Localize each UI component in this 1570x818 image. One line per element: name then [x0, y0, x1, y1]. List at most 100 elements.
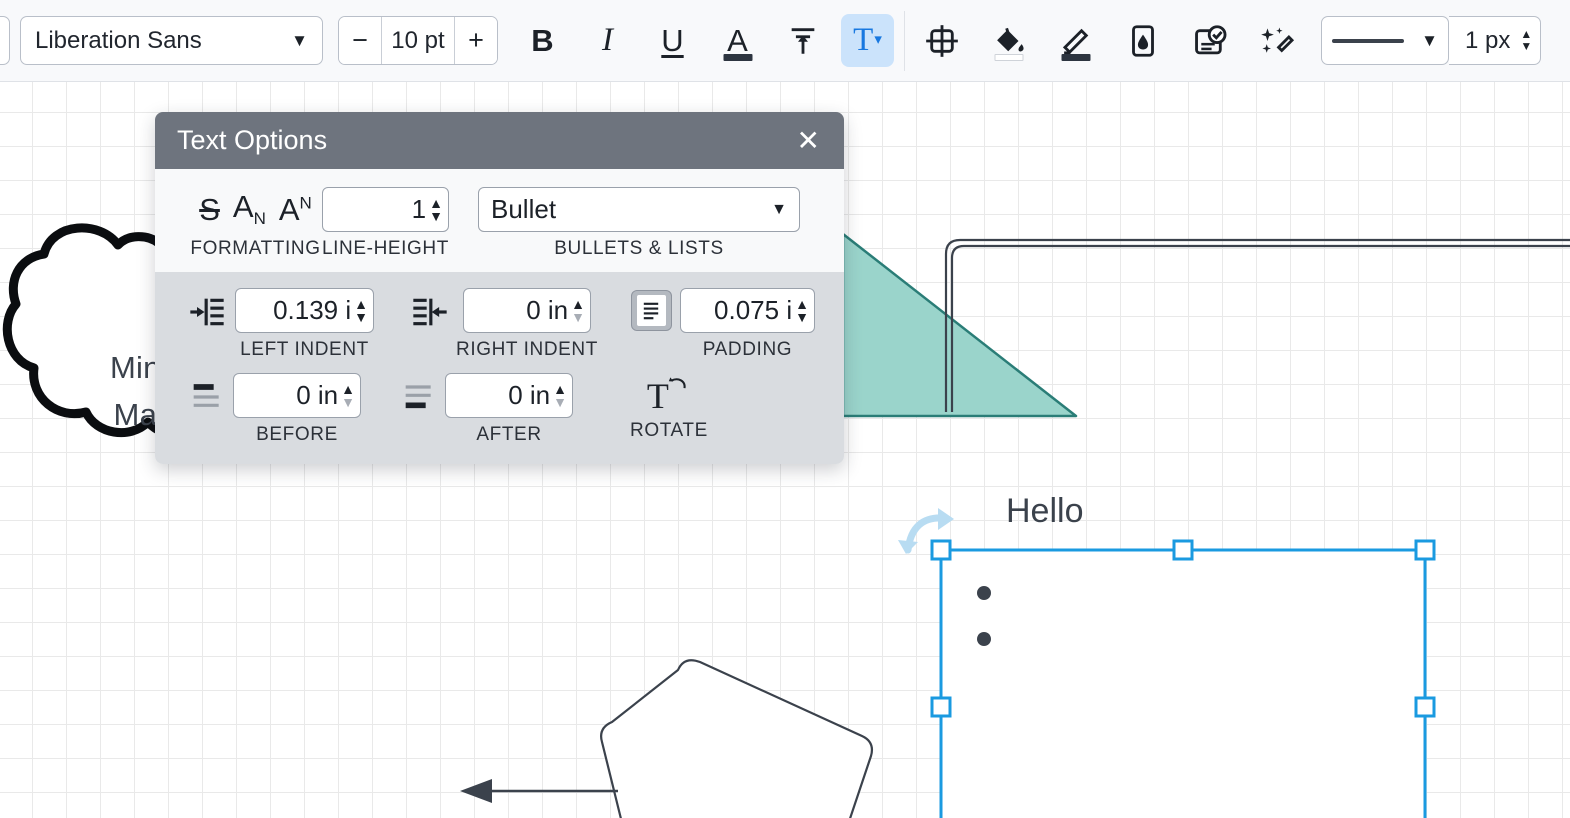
font-family-select[interactable]: Liberation Sans ▼	[20, 16, 323, 65]
bullets-select[interactable]: Bullet ▼	[478, 187, 800, 232]
spinner-down-icon[interactable]: ▼	[1520, 40, 1532, 52]
chevron-down-icon: ▼	[771, 200, 787, 218]
italic-icon: I	[602, 22, 613, 58]
line-width-spinner[interactable]: ▲ ▼	[1520, 28, 1532, 52]
left-indent-spinner[interactable]: ▲ ▼	[354, 297, 368, 324]
opacity-button[interactable]	[1116, 14, 1169, 67]
indent-right-icon[interactable]	[410, 292, 450, 332]
align-objects-button[interactable]	[915, 14, 968, 67]
strikethrough-button[interactable]: S	[199, 192, 220, 228]
font-family-value: Liberation Sans	[35, 26, 202, 54]
spinner-up-icon[interactable]: ▲	[429, 196, 443, 210]
font-size-decrease-button[interactable]: −	[339, 17, 381, 64]
before-value[interactable]: 0 in	[244, 380, 338, 411]
after-field: 0 in ▲ ▼ AFTER	[445, 373, 573, 446]
text-options-button[interactable]: T ▾	[841, 14, 894, 67]
arrow-connector[interactable]	[460, 779, 618, 803]
superscript-button[interactable]: AN	[279, 192, 312, 228]
opacity-droplet-icon	[1131, 24, 1154, 57]
vertical-align-button[interactable]	[776, 14, 829, 67]
chevron-down-icon: ▼	[0, 31, 3, 51]
left-indent-input[interactable]: 0.139 i ▲ ▼	[235, 288, 374, 333]
space-after-icon[interactable]	[399, 377, 439, 417]
spinner-up-icon[interactable]: ▲	[795, 297, 809, 311]
subscript-base: A	[232, 189, 254, 225]
line-color-button[interactable]	[1049, 14, 1102, 67]
spinner-up-icon[interactable]: ▲	[1520, 28, 1532, 40]
bullets-field: Bullet ▼ BULLETS & LISTS	[478, 187, 800, 260]
spacing-row: 0 in ▲ ▼ BEFORE 0 in ▲ ▼ AFTER T ROTATE	[187, 373, 844, 446]
right-indent-input[interactable]: 0 in ▲ ▼	[462, 288, 591, 333]
right-indent-spinner[interactable]: ▲ ▼	[571, 297, 585, 325]
font-size-increase-button[interactable]: +	[455, 17, 497, 64]
dialog-top-section: S AN AN FORMATTING 1 ▲ ▼ LINE-HEIGHT Bul…	[155, 169, 844, 272]
spinner-up-icon[interactable]: ▲	[341, 382, 355, 396]
chevron-down-icon: ▼	[291, 30, 308, 50]
italic-button[interactable]: I	[581, 14, 634, 67]
padding-field: 0.075 i ▲ ▼ PADDING	[679, 288, 815, 361]
after-spinner[interactable]: ▲ ▼	[553, 382, 567, 409]
subscript-button[interactable]: AN	[233, 189, 266, 229]
triangle-shape[interactable]	[841, 232, 1078, 418]
toolbar-divider	[904, 10, 905, 71]
right-indent-value[interactable]: 0 in	[474, 295, 568, 326]
padding-spinner[interactable]: ▲ ▼	[795, 297, 809, 324]
text-box-selection[interactable]	[930, 539, 1436, 818]
before-spinner[interactable]: ▲ ▼	[341, 382, 355, 409]
padding-icon	[636, 295, 666, 326]
after-value[interactable]: 0 in	[456, 380, 550, 411]
pentagon-shape[interactable]	[600, 659, 874, 818]
rotate-text-button[interactable]: T	[647, 373, 691, 418]
padding-value[interactable]: 0.075 i	[691, 295, 792, 326]
font-size-stepper[interactable]: − 10 pt +	[338, 16, 498, 65]
fill-color-button[interactable]	[982, 14, 1035, 67]
spinner-up-icon[interactable]: ▲	[553, 382, 567, 396]
text-options-dialog[interactable]: Text Options ✕ S AN AN FORMATTING 1 ▲ ▼ …	[155, 112, 844, 464]
line-style-select[interactable]: ▼	[1321, 16, 1449, 65]
left-indent-field: 0.139 i ▲ ▼ LEFT INDENT	[235, 288, 374, 361]
bold-button[interactable]: B	[516, 14, 569, 67]
clipped-left-dropdown[interactable]: ▼	[0, 16, 10, 65]
magic-wand-icon	[1260, 27, 1294, 53]
spinner-up-icon[interactable]: ▲	[571, 297, 585, 311]
after-input[interactable]: 0 in ▲ ▼	[445, 373, 573, 418]
spinner-up-icon[interactable]: ▲	[354, 297, 368, 311]
padding-input[interactable]: 0.075 i ▲ ▼	[679, 288, 815, 333]
line-height-spinner[interactable]: ▲ ▼	[429, 196, 443, 223]
line-height-input[interactable]: 1 ▲ ▼	[322, 187, 449, 232]
left-indent-value[interactable]: 0.139 i	[246, 295, 351, 326]
spinner-down-icon: ▼	[571, 309, 585, 325]
magic-button[interactable]	[1250, 14, 1303, 67]
font-size-value[interactable]: 10 pt	[381, 17, 455, 64]
font-color-swatch	[723, 54, 752, 61]
before-field: 0 in ▲ ▼ BEFORE	[233, 373, 361, 446]
before-input[interactable]: 0 in ▲ ▼	[233, 373, 361, 418]
text-box-bullet-1[interactable]: Hello	[1006, 492, 1083, 531]
rotate-field[interactable]: T ROTATE	[630, 373, 708, 442]
notes-button[interactable]	[1183, 14, 1236, 67]
right-indent-label: RIGHT INDENT	[456, 339, 598, 360]
dialog-header[interactable]: Text Options ✕	[155, 112, 844, 169]
text-format-toolbar[interactable]: ▼ Liberation Sans ▼ − 10 pt + B I U A T …	[0, 0, 1570, 82]
superscript-mark: N	[299, 193, 312, 213]
spinner-down-icon[interactable]: ▼	[795, 310, 809, 324]
spinner-down-icon[interactable]: ▼	[354, 310, 368, 324]
line-height-label: LINE-HEIGHT	[322, 238, 449, 259]
superscript-base: A	[278, 191, 300, 227]
line-width-value[interactable]: 1 px	[1465, 27, 1510, 55]
bold-icon: B	[531, 23, 554, 58]
dialog-title: Text Options	[177, 125, 328, 155]
padding-toggle-button[interactable]	[630, 290, 672, 331]
font-color-button[interactable]: A	[711, 14, 764, 67]
close-icon[interactable]: ✕	[791, 123, 826, 159]
line-width-stepper[interactable]: 1 px ▲ ▼	[1449, 16, 1542, 65]
spinner-down-icon[interactable]: ▼	[429, 209, 443, 223]
underline-button[interactable]: U	[646, 14, 699, 67]
font-color-icon: A	[727, 23, 748, 58]
rotate-text-icon	[668, 376, 686, 388]
indents-row: 0.139 i ▲ ▼ LEFT INDENT 0 in ▲ ▼ RIGHT I…	[187, 288, 844, 361]
space-before-icon[interactable]	[187, 377, 227, 417]
line-height-value[interactable]: 1	[333, 194, 426, 225]
left-indent-label: LEFT INDENT	[240, 339, 369, 360]
indent-left-icon[interactable]	[187, 292, 227, 332]
